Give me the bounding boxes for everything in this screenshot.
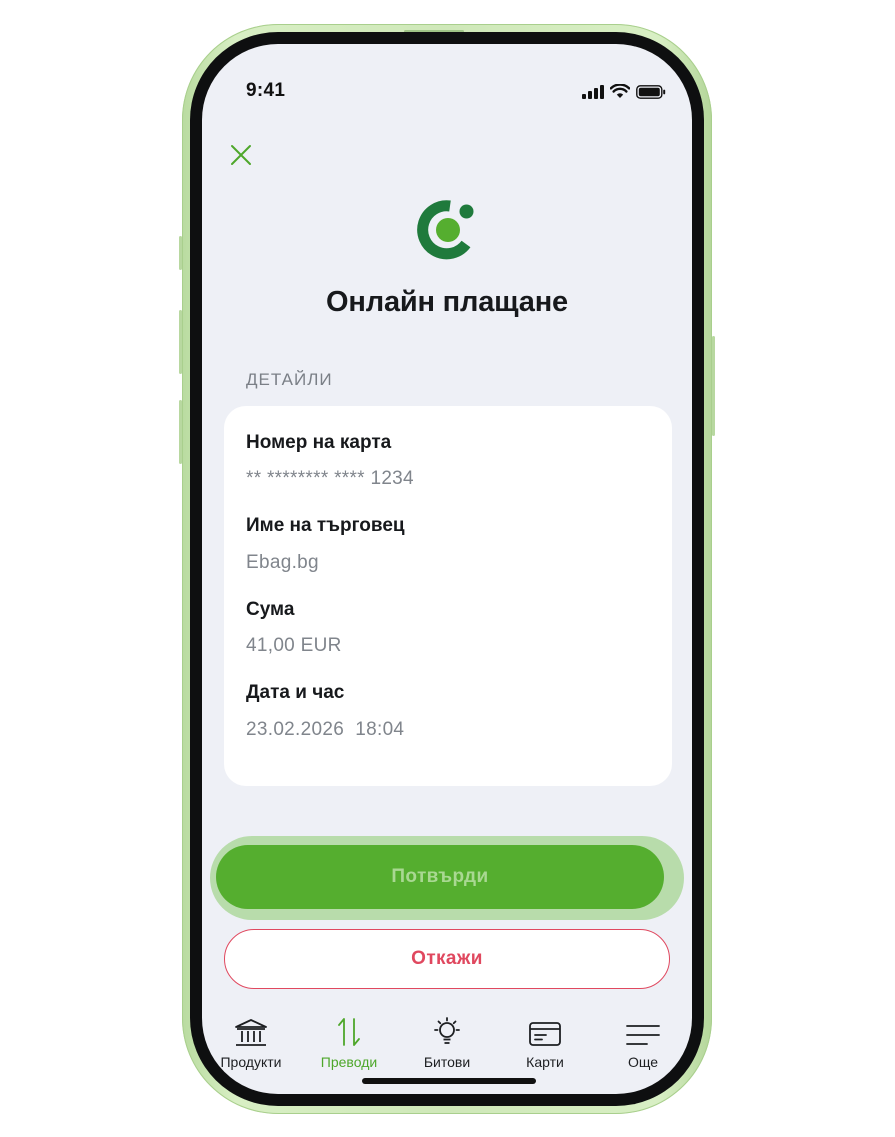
page-title: Онлайн плащане — [326, 286, 568, 318]
home-indicator — [362, 1078, 536, 1084]
nav-label-transfers: Преводи — [320, 1054, 378, 1070]
amount-value: 41,00 EUR — [246, 635, 342, 656]
nav-label-utilities: Битови — [423, 1054, 471, 1070]
close-icon — [231, 145, 251, 165]
bulb-icon — [434, 1017, 460, 1044]
side-button-left-1 — [179, 236, 182, 270]
side-button-left-3 — [179, 400, 182, 464]
datetime-value: 23.02.2026 18:04 — [246, 719, 405, 740]
status-bar: 9:41 — [202, 44, 692, 104]
nav-item-utilities[interactable]: Битови — [398, 1012, 496, 1082]
section-label-details: ДЕТАЙЛИ — [246, 370, 333, 389]
status-time: 9:41 — [246, 80, 286, 101]
cancel-button[interactable]: Откажи — [224, 929, 670, 989]
nav-label-products: Продукти — [220, 1054, 282, 1070]
card-number-value: ** ******** **** 1234 — [246, 468, 414, 489]
close-button[interactable] — [226, 140, 256, 170]
nav-item-more[interactable]: Още — [594, 1012, 692, 1082]
phone-frame: 9:41 Онлайн плащане ДЕТАЙЛИ Номер на кар… — [179, 24, 715, 1114]
nav-item-cards[interactable]: Карти — [496, 1012, 594, 1082]
merchant-name-label: Име на търговец — [246, 515, 405, 536]
datetime-label: Дата и час — [246, 682, 345, 703]
bottom-nav: Продукти Преводи Битови Карти Още — [202, 1012, 692, 1082]
nav-item-transfers[interactable]: Преводи — [300, 1012, 398, 1082]
battery-icon — [636, 84, 666, 99]
status-icons — [582, 84, 666, 99]
side-button-right — [712, 336, 715, 436]
confirm-button[interactable]: Потвърди — [216, 845, 664, 909]
card-icon — [529, 1022, 561, 1046]
nav-label-more: Още — [627, 1054, 659, 1070]
nav-label-cards: Карти — [526, 1054, 564, 1070]
card-number-label: Номер на карта — [246, 432, 392, 453]
menu-icon — [626, 1025, 660, 1045]
bank-logo-icon — [417, 200, 474, 260]
screen: 9:41 Онлайн плащане ДЕТАЙЛИ Номер на кар… — [202, 44, 692, 1094]
merchant-name-value: Ebag.bg — [246, 552, 319, 573]
amount-label: Сума — [246, 599, 295, 620]
details-card: Номер на карта ** ******** **** 1234 Име… — [224, 406, 672, 786]
transfer-arrows-icon — [338, 1018, 360, 1046]
nav-item-products[interactable]: Продукти — [202, 1012, 300, 1082]
wifi-icon — [610, 84, 630, 98]
side-button-left-2 — [179, 310, 182, 374]
bank-icon — [235, 1019, 267, 1046]
signal-icon — [582, 84, 604, 99]
